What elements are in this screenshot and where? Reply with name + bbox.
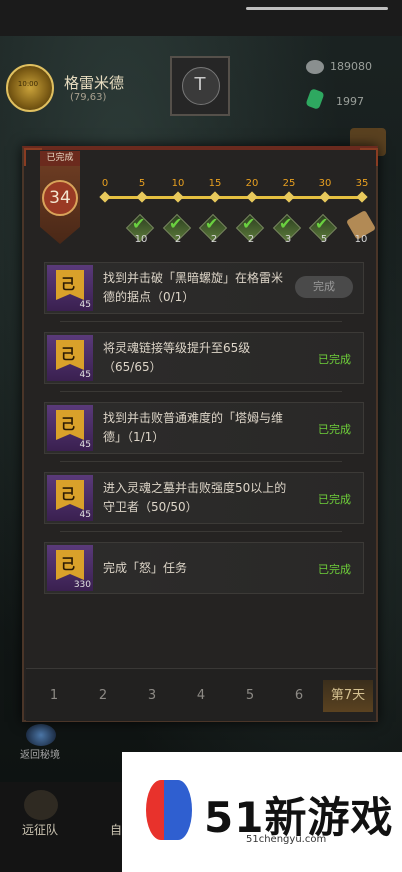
tab-day-5[interactable]: 5 [235,688,265,703]
tab-day-7[interactable]: 第7天 [323,680,373,712]
milestone-label: 20 [245,178,259,189]
bottom-nav-expedition[interactable]: 远征队 [22,821,58,838]
check-icon: ✔ [132,214,146,233]
status-indicator [246,7,388,10]
reward-amount: 5 [320,234,328,245]
task-row: 己 45 将灵魂链接等级提升至65级（65/65） 已完成 [44,332,364,384]
reward-amount: 10 [354,234,368,245]
reward-amount: 3 [284,234,292,245]
flag-emblem-icon: 己 [61,557,75,573]
flag-emblem-icon: 己 [61,277,75,293]
player-name: 格雷米德 [64,74,125,92]
task-text: 找到并击破「黑暗螺旋」在格雷米德的据点（0/1） [103,271,284,304]
task-reward-qty: 45 [79,370,91,380]
status-completed: 已完成 [318,493,351,506]
milestone-label: 25 [282,178,296,189]
reward-amount: 2 [174,234,182,245]
divider [60,321,342,322]
milestone-label: 5 [138,178,146,189]
milestone-label: 15 [208,178,222,189]
resource-gem: 1997 [336,95,364,108]
expedition-helmet-icon[interactable] [24,790,58,820]
task-row: 己 45 找到并击破「黑暗螺旋」在格雷米德的据点（0/1） 完成 [44,262,364,314]
player-avatar[interactable] [6,64,54,112]
reward-amount: 2 [247,234,255,245]
milestone-label: 0 [101,178,109,189]
task-reward-icon: 己 45 [47,335,93,381]
bottom-nav-second[interactable]: 自 [110,821,122,838]
task-reward-icon: 己 45 [47,475,93,521]
panel-corner-ornament [360,148,378,166]
task-text: 完成「怒」任务 [103,561,188,575]
score-value: 34 [49,188,71,208]
status-completed: 已完成 [318,423,351,436]
completed-tag: 已完成 [40,151,80,166]
check-icon: ✔ [169,214,183,233]
check-icon: ✔ [315,214,329,233]
flag-emblem-icon: 己 [61,347,75,363]
task-reward-icon: 己 45 [47,265,93,311]
task-reward-icon: 己 45 [47,405,93,451]
task-reward-qty: 45 [79,300,91,310]
center-emblem-glyph: T [194,74,206,95]
portal-icon[interactable] [26,724,56,746]
player-coords: (79,63) [70,92,107,103]
watermark-logo-icon [164,780,192,840]
task-reward-qty: 45 [79,510,91,520]
divider [60,531,342,532]
back-label[interactable]: 返回秘境 [20,746,60,761]
milestone-label: 10 [171,178,185,189]
milestone-label: 30 [318,178,332,189]
divider [60,391,342,392]
task-row: 己 45 进入灵魂之墓并击败强度50以上的守卫者（50/50） 已完成 [44,472,364,524]
task-row: 己 45 找到并击败普通难度的「塔姆与维德」（1/1） 已完成 [44,402,364,454]
task-text: 将灵魂链接等级提升至65级（65/65） [103,341,251,374]
divider [60,461,342,462]
flag-emblem-icon: 己 [61,417,75,433]
check-icon: ✔ [242,214,256,233]
status-bar [0,0,402,36]
tab-day-1[interactable]: 1 [39,688,69,703]
milestone-label: 35 [355,178,369,189]
task-reward-qty: 45 [79,440,91,450]
tab-day-6[interactable]: 6 [284,688,314,703]
reward-amount: 2 [210,234,218,245]
check-icon: ✔ [279,214,293,233]
status-completed: 已完成 [318,353,351,366]
task-text: 进入灵魂之墓并击败强度50以上的守卫者（50/50） [103,481,287,514]
flag-emblem-icon: 己 [61,487,75,503]
tab-day-3[interactable]: 3 [137,688,167,703]
resource-silver: 189080 [330,60,372,73]
claim-button[interactable]: 完成 [295,276,353,298]
task-reward-icon: 己 330 [47,545,93,591]
silver-coin-icon [306,60,324,74]
tab-day-4[interactable]: 4 [186,688,216,703]
watermark-url: 51chengyu.com [246,834,327,845]
task-reward-qty: 330 [73,580,91,590]
avatar-time: 10:00 [17,80,39,88]
status-completed: 已完成 [318,563,351,576]
check-icon: ✔ [205,214,219,233]
tab-day-2[interactable]: 2 [88,688,118,703]
task-row: 己 330 完成「怒」任务 已完成 [44,542,364,594]
task-text: 找到并击败普通难度的「塔姆与维德」（1/1） [103,411,284,444]
reward-amount: 10 [134,234,148,245]
